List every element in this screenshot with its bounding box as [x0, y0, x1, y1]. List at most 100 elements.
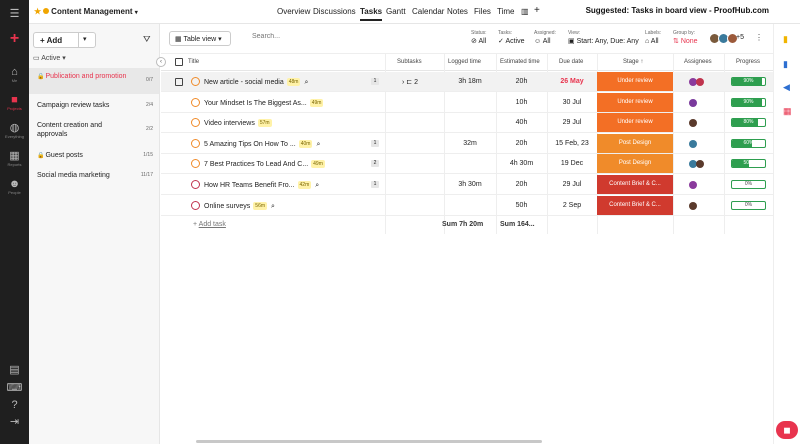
chevron-down-icon[interactable]: ▾ — [83, 35, 87, 43]
view-filter[interactable]: View: ▣ Start: Any, Due: Any — [568, 30, 639, 46]
comment-count-badge[interactable]: 1 — [371, 139, 379, 147]
task-title[interactable]: Your Mindset Is The Biggest As... 49m — [204, 98, 324, 107]
comment-count-badge[interactable]: 1 — [371, 181, 379, 188]
star-icon[interactable]: ★ — [34, 7, 41, 16]
due-date-cell[interactable]: 29 Jul — [547, 181, 597, 188]
subtasks-cell[interactable]: › ⊏ 2 — [399, 78, 421, 86]
logged-time-cell[interactable]: 32m — [444, 140, 496, 147]
task-title[interactable]: New article - social media 48m ⌕ — [204, 78, 308, 87]
header-progress[interactable]: Progress — [736, 59, 760, 65]
progress-bar[interactable]: 60% — [731, 138, 766, 148]
header-subtasks[interactable]: Subtasks — [397, 59, 422, 65]
stage-badge[interactable]: Content Brief & C... — [597, 175, 673, 194]
complete-toggle-icon[interactable] — [191, 200, 200, 210]
more-options-icon[interactable]: ⋮ — [755, 33, 763, 42]
table-row[interactable]: Your Mindset Is The Biggest As... 49m 10h 3… — [161, 92, 773, 113]
avatar[interactable] — [689, 201, 697, 210]
keyboard-icon[interactable]: ⌨ — [0, 382, 29, 394]
tab-gantt[interactable]: Gantt — [386, 7, 406, 16]
estimated-time-cell[interactable]: 10h — [496, 99, 547, 106]
tab-discussions[interactable]: Discussions — [313, 7, 356, 16]
stage-badge[interactable]: Post Design — [597, 133, 673, 153]
task-title[interactable]: Online surveys 56m ⌕ — [204, 201, 275, 211]
complete-toggle-icon[interactable] — [191, 180, 200, 189]
active-filter-dropdown[interactable]: ▭ Active ▾ — [33, 54, 66, 62]
filter-icon[interactable]: ⛛ — [143, 34, 151, 45]
rail-item-me[interactable]: ⌂ Me — [0, 66, 29, 84]
labels-filter[interactable]: Labels: ⌂ All — [645, 30, 661, 46]
logout-icon[interactable]: ⇥ — [0, 416, 29, 428]
task-title[interactable]: 5 Amazing Tips On How To ... 40m ⌕ — [204, 139, 320, 149]
tab-time[interactable]: Time — [497, 7, 514, 16]
project-item-publication[interactable]: 🔒Publication and promotion 0/7 — [29, 68, 159, 94]
chat-support-button[interactable]: ◼ — [776, 421, 798, 439]
project-switcher[interactable]: ★ Content Management ▾ — [34, 7, 138, 16]
complete-toggle-icon[interactable] — [191, 138, 200, 148]
view-switcher-button[interactable]: ▦ Table view ▾ — [169, 31, 231, 46]
stage-badge[interactable]: Content Brief & C... — [597, 195, 673, 215]
logged-time-cell[interactable]: 3h 30m — [444, 181, 496, 188]
progress-bar[interactable]: 90% — [731, 97, 766, 107]
header-assignees[interactable]: Assignees — [684, 59, 712, 65]
due-date-cell[interactable]: 19 Dec — [547, 160, 597, 167]
notes-icon[interactable]: ▮ — [783, 34, 788, 45]
tab-notes[interactable]: Notes — [447, 7, 468, 16]
estimated-time-cell[interactable]: 20h — [496, 78, 547, 85]
estimated-time-cell[interactable]: 20h — [496, 181, 547, 188]
bookmark-icon[interactable]: ▮ — [783, 59, 788, 70]
horizontal-scrollbar[interactable] — [196, 440, 542, 443]
row-checkbox[interactable] — [175, 78, 183, 86]
avatar[interactable] — [689, 139, 697, 148]
table-row[interactable]: New article - social media 48m ⌕ 1 › ⊏ 2 3h 1… — [161, 72, 773, 92]
task-title[interactable]: 7 Best Practices To Lead And C... 49m — [204, 160, 325, 169]
stage-badge[interactable]: Under review — [597, 113, 673, 133]
avatar[interactable] — [689, 98, 697, 107]
table-row[interactable]: 5 Amazing Tips On How To ... 40m ⌕ 1 32m 20h 1… — [161, 133, 773, 154]
complete-toggle-icon[interactable] — [191, 97, 200, 107]
chat-icon[interactable]: ▤ — [0, 364, 29, 376]
add-button[interactable]: + Add ▾ — [33, 32, 96, 48]
calendar-icon[interactable]: ▦ — [783, 106, 792, 117]
progress-bar[interactable]: 90% — [731, 77, 766, 86]
rail-item-reports[interactable]: ▦ Reports — [0, 150, 29, 168]
add-task-link[interactable]: + Add task — [193, 221, 226, 228]
avatar[interactable] — [689, 181, 697, 189]
header-due-date[interactable]: Due date — [559, 59, 583, 65]
complete-toggle-icon[interactable] — [191, 118, 200, 128]
quick-add-icon[interactable]: + — [0, 31, 29, 47]
rail-item-projects[interactable]: ■ Projects — [0, 94, 29, 112]
task-title[interactable]: Video interviews 57m — [204, 119, 272, 128]
menu-icon[interactable]: ☰ — [0, 8, 29, 20]
tab-calendar[interactable]: Calendar — [412, 7, 444, 16]
stage-badge[interactable]: Under review — [597, 92, 673, 112]
add-tab-icon[interactable]: + — [534, 5, 540, 16]
complete-toggle-icon[interactable] — [191, 159, 200, 169]
more-assignees-badge[interactable]: +5 — [736, 34, 744, 41]
group-by-filter[interactable]: Group by: ⇅ None — [673, 30, 698, 46]
rail-item-people[interactable]: ☻ People — [0, 178, 29, 196]
bar-chart-icon[interactable]: ▥ — [521, 7, 529, 16]
due-date-cell[interactable]: 30 Jul — [547, 99, 597, 106]
table-row[interactable]: Video interviews 57m 40h 29 Jul Under review… — [161, 113, 773, 134]
logged-time-cell[interactable]: 3h 18m — [444, 78, 496, 85]
tab-overview[interactable]: Overview — [277, 7, 310, 16]
estimated-time-cell[interactable]: 50h — [496, 202, 547, 209]
table-row[interactable]: 7 Best Practices To Lead And C... 49m 2 4h … — [161, 154, 773, 175]
table-row[interactable]: Online surveys 56m ⌕ 50h 2 Sep Content Brief … — [161, 195, 773, 216]
header-estimated-time[interactable]: Estimated time — [500, 59, 540, 65]
estimated-time-cell[interactable]: 20h — [496, 140, 547, 147]
estimated-time-cell[interactable]: 4h 30m — [496, 160, 547, 167]
comment-count-badge[interactable]: 2 — [371, 160, 379, 168]
tasks-filter[interactable]: Tasks: ✓ Active — [498, 30, 525, 46]
announcement-icon[interactable]: ◀ — [783, 82, 790, 93]
due-date-cell[interactable]: 2 Sep — [547, 202, 597, 209]
header-stage[interactable]: Stage ↑ — [623, 59, 643, 65]
progress-bar[interactable]: 50% — [731, 159, 766, 169]
status-filter[interactable]: Status: ⊘ All — [471, 30, 487, 46]
header-logged-time[interactable]: Logged time — [448, 59, 481, 65]
stage-badge[interactable]: Post Design — [597, 154, 673, 174]
tab-files[interactable]: Files — [474, 7, 491, 16]
due-date-cell[interactable]: 26 May — [547, 78, 597, 85]
select-all-checkbox[interactable] — [175, 58, 183, 66]
help-icon[interactable]: ? — [0, 399, 29, 411]
